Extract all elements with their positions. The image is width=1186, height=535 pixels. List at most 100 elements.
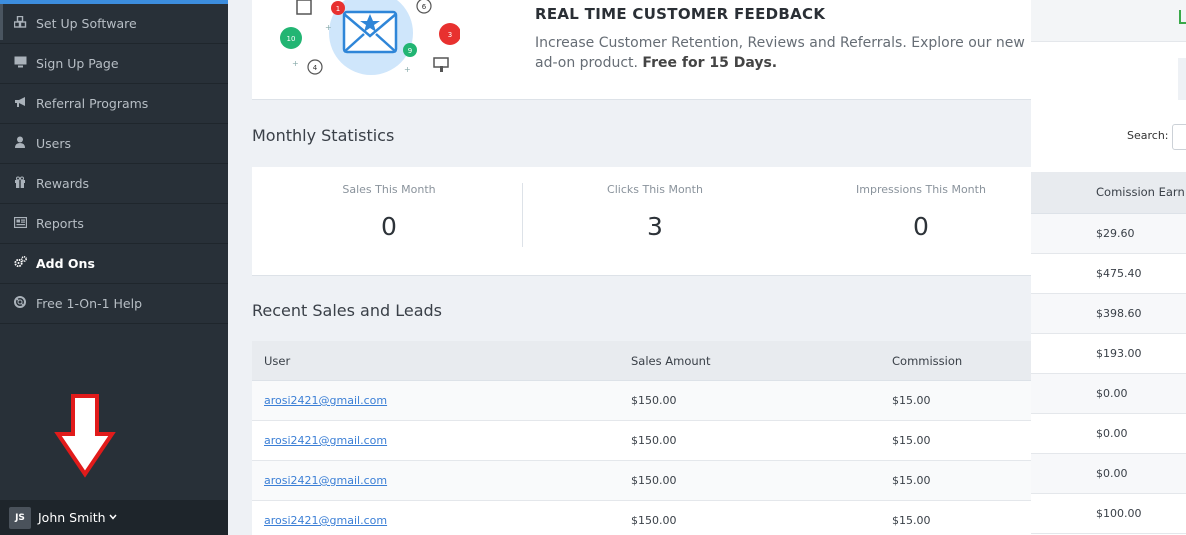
recent-sales-title: Recent Sales and Leads: [252, 301, 443, 320]
column-header-sales-amount[interactable]: Sales Amount: [631, 354, 710, 368]
sidebar-item-sign-up-page[interactable]: Sign Up Page: [0, 44, 228, 84]
column-header-commission[interactable]: Commission: [892, 354, 962, 368]
column-header-user[interactable]: User: [264, 354, 290, 368]
table-row: arosi2421@gmail.com $150.00 $15.00: [252, 501, 1031, 535]
sidebar-item-add-ons[interactable]: Add Ons: [0, 244, 228, 284]
commission-earned-cell: $0.00: [1096, 467, 1128, 480]
monthly-statistics-title: Monthly Statistics: [252, 126, 395, 145]
right-table-header: Comission Earn: [1031, 172, 1186, 214]
table-header: User Sales Amount Commission: [252, 341, 1031, 381]
monitor-icon: [12, 56, 28, 71]
sidebar-item-label: Free 1-On-1 Help: [36, 296, 143, 311]
sidebar-item-free-help[interactable]: Free 1-On-1 Help: [0, 284, 228, 324]
svg-text:+: +: [325, 23, 332, 32]
promo-banner[interactable]: 1 6 10 3 9 4 + + + REAL TIME CUSTOMER FE…: [252, 0, 1031, 100]
svg-text:+: +: [292, 59, 299, 68]
chevron-down-icon: [108, 512, 117, 523]
user-email-link[interactable]: arosi2421@gmail.com: [264, 514, 387, 527]
stat-label: Clicks This Month: [607, 183, 703, 196]
commission-earned-cell: $100.00: [1096, 507, 1142, 520]
table-row: $193.00: [1031, 334, 1186, 374]
stat-value: 0: [913, 212, 929, 241]
promo-title: REAL TIME CUSTOMER FEEDBACK: [535, 5, 826, 23]
table-row: arosi2421@gmail.com $150.00 $15.00: [252, 461, 1031, 501]
commission-cell: $15.00: [892, 514, 931, 527]
badge-green-9: 9: [408, 47, 412, 55]
commission-earned-cell: $0.00: [1096, 427, 1128, 440]
sidebar-item-users[interactable]: Users: [0, 124, 228, 164]
sidebar-item-label: Add Ons: [36, 256, 95, 271]
commission-cell: $15.00: [892, 434, 931, 447]
table-row: $475.40: [1031, 254, 1186, 294]
commission-cell: $15.00: [892, 474, 931, 487]
megaphone-icon: [12, 96, 28, 111]
stat-label: Sales This Month: [342, 183, 436, 196]
cogs-icon: [12, 256, 28, 271]
sales-amount-cell: $150.00: [631, 474, 677, 487]
sidebar-item-label: Users: [36, 136, 72, 151]
sales-amount-cell: $150.00: [631, 514, 677, 527]
column-header-commission-earned[interactable]: Comission Earn: [1096, 185, 1185, 199]
stat-sales: Sales This Month 0: [259, 167, 519, 276]
monthly-stats-card: Sales This Month 0 Clicks This Month 3 I…: [252, 167, 1031, 276]
stat-divider: [522, 183, 523, 247]
lifebuoy-icon: [12, 296, 28, 311]
right-panel: Search: Comission Earn $29.60 $475.40 $3…: [1031, 0, 1186, 535]
sidebar-item-label: Set Up Software: [36, 16, 137, 31]
badge-outline-4: 4: [313, 64, 318, 72]
search-input[interactable]: [1172, 124, 1186, 150]
feedback-illustration-icon: 1 6 10 3 9 4 + + +: [280, 0, 460, 75]
user-email-link[interactable]: arosi2421@gmail.com: [264, 474, 387, 487]
right-top-strip: [1031, 0, 1186, 42]
main-content: 1 6 10 3 9 4 + + + REAL TIME CUSTOMER FE…: [228, 0, 1031, 535]
sales-amount-cell: $150.00: [631, 434, 677, 447]
table-row: arosi2421@gmail.com $150.00 $15.00: [252, 381, 1031, 421]
sidebar-item-rewards[interactable]: Rewards: [0, 164, 228, 204]
stat-value: 3: [647, 212, 663, 241]
badge-outline-6: 6: [422, 3, 427, 11]
sidebar-item-reports[interactable]: Reports: [0, 204, 228, 244]
table-row: $29.60: [1031, 214, 1186, 254]
table-row: $398.60: [1031, 294, 1186, 334]
sidebar: Set Up Software Sign Up Page Referral Pr…: [0, 0, 228, 535]
stat-clicks: Clicks This Month 3: [525, 167, 785, 276]
badge-red-1: 1: [336, 5, 340, 13]
recent-sales-table: User Sales Amount Commission arosi2421@g…: [252, 341, 1031, 535]
panel-edge-shade: [1178, 58, 1186, 100]
stat-value: 0: [381, 212, 397, 241]
promo-highlight: Free for 15 Days.: [642, 55, 778, 71]
user-menu[interactable]: JS John Smith: [0, 500, 228, 535]
avatar: JS: [9, 506, 31, 529]
sidebar-item-set-up-software[interactable]: Set Up Software: [0, 4, 228, 44]
commission-earned-cell: $193.00: [1096, 347, 1142, 360]
cubes-icon: [12, 15, 28, 31]
commission-cell: $15.00: [892, 394, 931, 407]
sidebar-item-label: Referral Programs: [36, 96, 149, 111]
user-email-link[interactable]: arosi2421@gmail.com: [264, 434, 387, 447]
sidebar-item-label: Reports: [36, 216, 84, 231]
newspaper-icon: [12, 216, 28, 231]
user-email-link[interactable]: arosi2421@gmail.com: [264, 394, 387, 407]
user-icon: [12, 136, 28, 151]
sidebar-item-label: Sign Up Page: [36, 56, 119, 71]
sidebar-item-referral-programs[interactable]: Referral Programs: [0, 84, 228, 124]
commission-earned-cell: $29.60: [1096, 227, 1135, 240]
commission-earned-cell: $398.60: [1096, 307, 1142, 320]
commission-earned-cell: $0.00: [1096, 387, 1128, 400]
promo-description: Increase Customer Retention, Reviews and…: [535, 33, 1030, 73]
promo-description-text: Increase Customer Retention, Reviews and…: [535, 35, 1025, 71]
stat-impressions: Impressions This Month 0: [791, 167, 1031, 276]
sidebar-item-label: Rewards: [36, 176, 90, 191]
table-row: $0.00: [1031, 454, 1186, 494]
link-underline-icon[interactable]: [1179, 10, 1186, 24]
commission-earned-cell: $475.40: [1096, 267, 1142, 280]
badge-red-3: 3: [448, 31, 452, 39]
table-row: $0.00: [1031, 414, 1186, 454]
table-row: arosi2421@gmail.com $150.00 $15.00: [252, 421, 1031, 461]
table-row: $100.00: [1031, 494, 1186, 534]
stat-label: Impressions This Month: [856, 183, 986, 196]
badge-green-10: 10: [287, 35, 296, 43]
table-row: $0.00: [1031, 374, 1186, 414]
arrow-down-icon: [54, 394, 116, 478]
sales-amount-cell: $150.00: [631, 394, 677, 407]
